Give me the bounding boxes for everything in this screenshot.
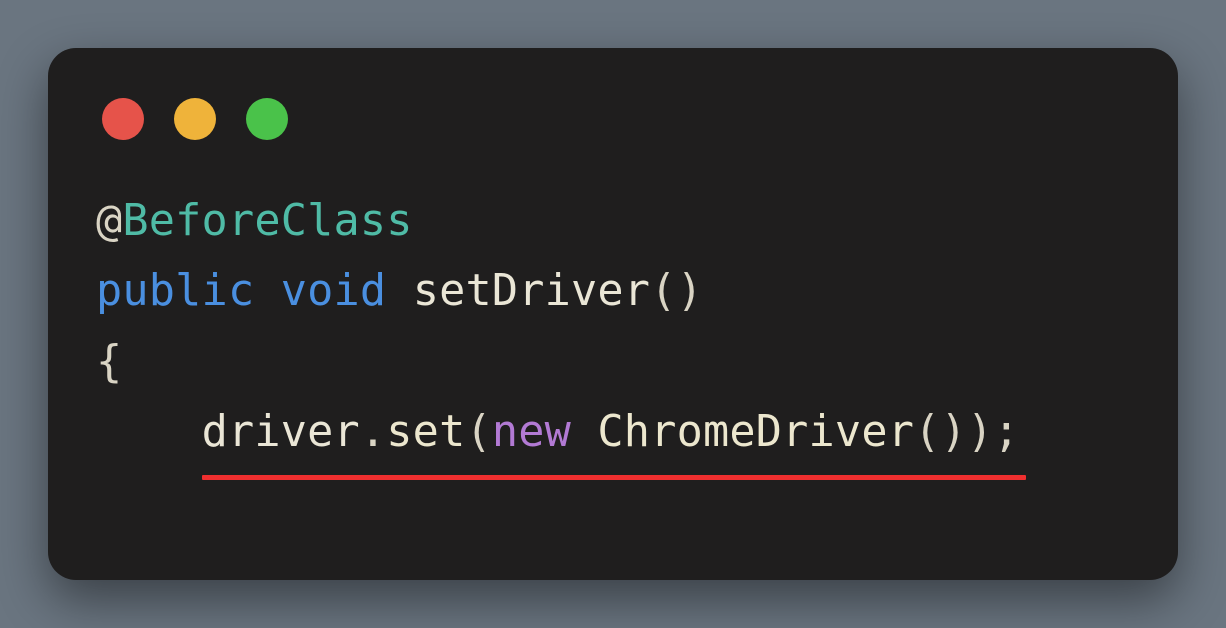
window-controls <box>102 98 1130 140</box>
method-parens: () <box>650 266 703 316</box>
zoom-icon[interactable] <box>246 98 288 140</box>
annotation-at: @ <box>96 196 122 246</box>
keyword-new: new <box>492 407 571 457</box>
minimize-icon[interactable] <box>174 98 216 140</box>
code-window: @BeforeClass public void setDriver() { d… <box>48 48 1178 580</box>
identifier-driver: driver <box>202 407 360 457</box>
code-block: @BeforeClass public void setDriver() { d… <box>96 186 1130 468</box>
method-name: setDriver <box>413 266 651 316</box>
code-line-1: @BeforeClass <box>96 196 413 246</box>
close-icon[interactable] <box>102 98 144 140</box>
code-line-2: public void setDriver() <box>96 266 703 316</box>
type-chromedriver: ChromeDriver <box>597 407 914 457</box>
annotation-name: BeforeClass <box>122 196 412 246</box>
keyword-public: public <box>96 266 254 316</box>
error-underline-icon <box>202 475 1026 480</box>
code-line-3: { <box>96 337 122 387</box>
open-brace: { <box>96 337 122 387</box>
highlighted-code: driver.set(new ChromeDriver()); <box>202 397 1020 467</box>
keyword-void: void <box>281 266 387 316</box>
method-set: set <box>386 407 465 457</box>
code-line-4: driver.set(new ChromeDriver()); <box>96 407 1020 457</box>
